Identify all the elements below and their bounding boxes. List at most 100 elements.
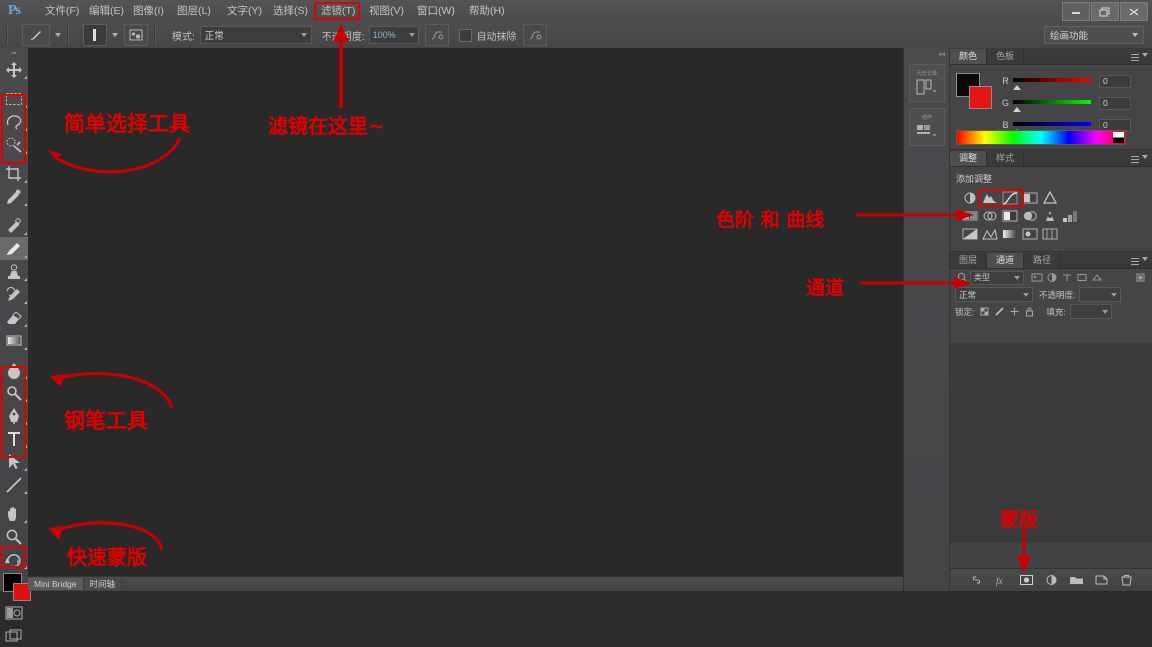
- crop-tool[interactable]: [0, 162, 28, 185]
- quick-mask-toggle[interactable]: [0, 601, 28, 624]
- selective-color-adjustment-icon[interactable]: [1022, 227, 1038, 241]
- menu-item-2[interactable]: 图像(I): [130, 4, 167, 19]
- layer-filter-type-select[interactable]: 类型: [970, 270, 1024, 285]
- airbrush-icon[interactable]: [522, 24, 547, 46]
- menu-item-8[interactable]: 窗口(W): [414, 4, 458, 19]
- brush-preset-picker[interactable]: [83, 24, 107, 46]
- layer-style-button[interactable]: fx: [994, 573, 1010, 588]
- history-brush[interactable]: [0, 283, 28, 306]
- threshold-adjustment-icon[interactable]: [982, 227, 998, 241]
- vibrance-adjustment-icon[interactable]: [1042, 191, 1058, 205]
- add-layer-mask-button[interactable]: [1019, 573, 1035, 588]
- close-icon[interactable]: [1120, 2, 1148, 21]
- quick-selection[interactable]: [0, 133, 28, 156]
- menu-item-9[interactable]: 帮助(H): [466, 4, 508, 19]
- photo-filter-adjustment-icon[interactable]: [1022, 209, 1038, 223]
- screen-mode-toggle[interactable]: [0, 624, 28, 647]
- black-white-adjustment-icon[interactable]: [1002, 209, 1018, 223]
- menu-item-4[interactable]: 文字(Y): [224, 4, 265, 19]
- minimize-icon[interactable]: [1062, 2, 1090, 21]
- zoom-tool[interactable]: [0, 525, 28, 548]
- auto-erase-checkbox[interactable]: [458, 28, 472, 42]
- tab-color[interactable]: 颜色: [950, 49, 988, 64]
- slider-knob-G[interactable]: [1013, 106, 1021, 112]
- menu-item-1[interactable]: 编辑(E): [86, 4, 127, 19]
- lasso-tool[interactable]: [0, 110, 28, 133]
- pencil-tool-preset-icon[interactable]: [22, 24, 50, 46]
- tab-adjustments[interactable]: 调整: [950, 151, 988, 166]
- tab-layers[interactable]: 图层: [950, 253, 988, 268]
- pen-tool[interactable]: [0, 404, 28, 427]
- menu-item-3[interactable]: 图层(L): [174, 4, 214, 19]
- color-swatches[interactable]: [0, 571, 31, 601]
- options-grip[interactable]: [6, 25, 8, 45]
- workspace-switcher[interactable]: 绘画功能: [1044, 26, 1144, 44]
- new-group-button[interactable]: [1069, 573, 1085, 588]
- menu-item-7[interactable]: 视图(V): [366, 4, 407, 19]
- slider-value-R[interactable]: 0: [1099, 74, 1131, 88]
- brush-preset-dropdown-icon[interactable]: [112, 33, 118, 37]
- tab-paths[interactable]: 路径: [1024, 253, 1062, 268]
- line-tool[interactable]: [0, 473, 28, 496]
- slider-value-G[interactable]: 0: [1099, 96, 1131, 110]
- filter-pixel-icon[interactable]: [1029, 271, 1044, 285]
- link-layers-button[interactable]: [969, 573, 985, 588]
- posterize-adjustment-icon[interactable]: [1062, 209, 1078, 223]
- filter-toggle-switch-icon[interactable]: [1133, 271, 1148, 285]
- brush-tool[interactable]: [0, 237, 28, 260]
- layer-opacity-input[interactable]: [1079, 287, 1122, 302]
- filter-adjustment-icon[interactable]: [1044, 271, 1059, 285]
- filter-smart-object-icon[interactable]: [1089, 271, 1104, 285]
- spot-healing-brush[interactable]: [0, 214, 28, 237]
- delete-layer-button[interactable]: [1119, 573, 1135, 588]
- opacity-input[interactable]: 100%: [368, 26, 419, 44]
- color-panel-swatches[interactable]: [956, 73, 992, 109]
- move-tool[interactable]: [0, 58, 28, 81]
- color-balance-adjustment-icon[interactable]: [982, 209, 998, 223]
- tab-styles[interactable]: 样式: [987, 151, 1025, 166]
- color-panel-background[interactable]: [969, 86, 992, 109]
- blend-mode-select[interactable]: 正常: [199, 26, 312, 44]
- rotate-view-tool[interactable]: [0, 548, 28, 571]
- color-slider-r[interactable]: R0: [1000, 73, 1131, 90]
- rectangular-marquee[interactable]: [0, 87, 28, 110]
- lock-all-icon[interactable]: [1022, 305, 1037, 319]
- color-slider-g[interactable]: G0: [1000, 95, 1131, 112]
- slider-knob-R[interactable]: [1013, 84, 1021, 90]
- tab-channels[interactable]: 通道: [987, 253, 1025, 268]
- gradient-tool[interactable]: [0, 329, 28, 352]
- tool-preset-dropdown-icon[interactable]: [55, 33, 61, 37]
- lookup-adjustment-icon[interactable]: [1042, 227, 1058, 241]
- history-panel-button[interactable]: 历史记录: [909, 64, 945, 102]
- path-selection-tool[interactable]: [0, 450, 28, 473]
- mini-bridge-tab[interactable]: Mini Bridge: [28, 578, 84, 590]
- slider-track-R[interactable]: [1013, 77, 1091, 90]
- filter-type-icon[interactable]: [1059, 271, 1074, 285]
- new-adjustment-layer-button[interactable]: [1044, 573, 1060, 588]
- layers-panel-menu-icon[interactable]: [1131, 255, 1148, 261]
- eyedropper-tool[interactable]: [0, 185, 28, 208]
- slider-track-B[interactable]: [1013, 121, 1091, 134]
- channel-mixer-adjustment-icon[interactable]: [1042, 209, 1058, 223]
- color-spectrum-ramp[interactable]: [956, 130, 1126, 145]
- menu-item-0[interactable]: 文件(F): [42, 4, 82, 19]
- lock-position-icon[interactable]: [1007, 305, 1022, 319]
- hand-tool[interactable]: [0, 502, 28, 525]
- color-panel-menu-icon[interactable]: [1131, 51, 1148, 57]
- toolbar-grip[interactable]: ▪▪: [0, 48, 28, 58]
- dodge-tool[interactable]: [0, 381, 28, 404]
- toggle-brush-panel-icon[interactable]: [124, 24, 148, 46]
- slider-track-G[interactable]: [1013, 99, 1091, 112]
- restore-icon[interactable]: [1091, 2, 1119, 21]
- lock-image-pixels-icon[interactable]: [992, 305, 1007, 319]
- layer-list[interactable]: [950, 343, 1152, 543]
- tab-swatches[interactable]: 色板: [987, 49, 1025, 64]
- filter-shape-icon[interactable]: [1074, 271, 1089, 285]
- brightness-contrast-adjustment-icon[interactable]: [962, 191, 978, 205]
- new-layer-button[interactable]: [1094, 573, 1110, 588]
- eraser-tool[interactable]: [0, 306, 28, 329]
- blur-tool[interactable]: [0, 358, 28, 381]
- exposure-adjustment-icon[interactable]: [1022, 191, 1038, 205]
- actions-panel-button[interactable]: 动作: [909, 108, 945, 146]
- menu-item-5[interactable]: 选择(S): [270, 4, 311, 19]
